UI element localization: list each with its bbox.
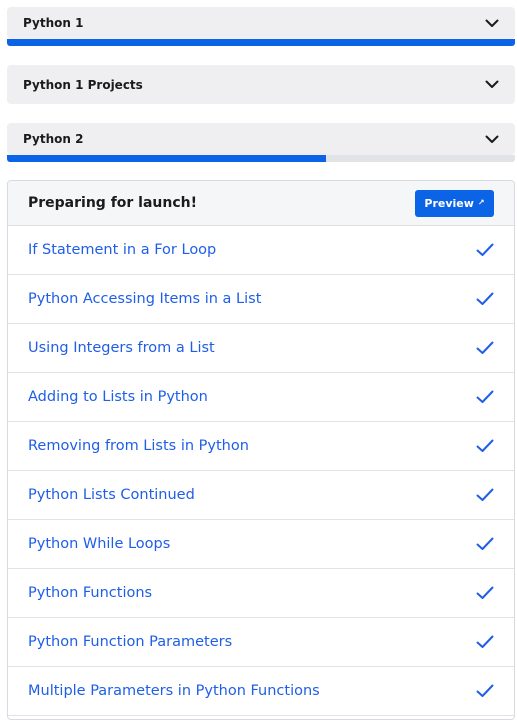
checkmark-icon [476, 243, 494, 257]
checkmark-icon [476, 635, 494, 649]
section-title: Python 2 [23, 132, 84, 146]
panel-title: Preparing for launch! [28, 195, 198, 211]
section-progress-bar [7, 155, 515, 162]
course-outline: Python 1 Python 1 Projects Python 2 Prep… [0, 0, 517, 720]
checkmark-icon [476, 488, 494, 502]
section-title: Python 1 [23, 16, 84, 30]
checkmark-icon [476, 390, 494, 404]
lesson-item[interactable]: Python While Loops [8, 520, 514, 569]
lesson-label: Python Accessing Items in a List [28, 291, 262, 307]
lesson-item[interactable]: Adding to Lists in Python [8, 373, 514, 422]
section-progress-bar [7, 39, 515, 46]
progress-fill [7, 155, 326, 162]
lessons-panel: Preparing for launch! Preview ↗ If State… [7, 180, 515, 720]
lesson-label: Using Integers from a List [28, 340, 215, 356]
lesson-item[interactable]: Python Function Parameters [8, 618, 514, 667]
lesson-label: Python Lists Continued [28, 487, 195, 503]
checkmark-icon [476, 292, 494, 306]
checkmark-icon [476, 684, 494, 698]
lesson-list: If Statement in a For Loop Python Accessi… [8, 226, 514, 716]
lesson-item[interactable]: Python Lists Continued [8, 471, 514, 520]
section-header-python-1[interactable]: Python 1 [7, 7, 515, 39]
lesson-item[interactable]: Python Functions [8, 569, 514, 618]
checkmark-icon [476, 586, 494, 600]
lesson-label: Removing from Lists in Python [28, 438, 249, 454]
lesson-item[interactable]: Removing from Lists in Python [8, 422, 514, 471]
section-title: Python 1 Projects [23, 77, 143, 92]
progress-fill [7, 39, 515, 46]
lesson-item[interactable]: If Statement in a For Loop [8, 226, 514, 275]
panel-header: Preparing for launch! Preview ↗ [8, 181, 514, 226]
lesson-label: If Statement in a For Loop [28, 242, 217, 258]
chevron-down-icon [485, 135, 499, 144]
lesson-label: Python Function Parameters [28, 634, 233, 650]
lesson-item[interactable]: Multiple Parameters in Python Functions [8, 667, 514, 716]
lesson-label: Python While Loops [28, 536, 171, 552]
lesson-label: Adding to Lists in Python [28, 389, 208, 405]
lesson-label: Python Functions [28, 585, 153, 601]
chevron-down-icon [485, 80, 499, 89]
section-header-python-1-projects[interactable]: Python 1 Projects [7, 65, 515, 104]
external-link-icon: ↗ [477, 198, 485, 207]
lesson-label: Multiple Parameters in Python Functions [28, 683, 320, 699]
lesson-item[interactable]: Python Accessing Items in a List [8, 275, 514, 324]
preview-label: Preview [424, 196, 474, 210]
chevron-down-icon [485, 19, 499, 28]
preview-button[interactable]: Preview ↗ [415, 189, 494, 217]
lesson-item[interactable]: Using Integers from a List [8, 324, 514, 373]
checkmark-icon [476, 439, 494, 453]
checkmark-icon [476, 537, 494, 551]
checkmark-icon [476, 341, 494, 355]
section-header-python-2[interactable]: Python 2 [7, 123, 515, 155]
